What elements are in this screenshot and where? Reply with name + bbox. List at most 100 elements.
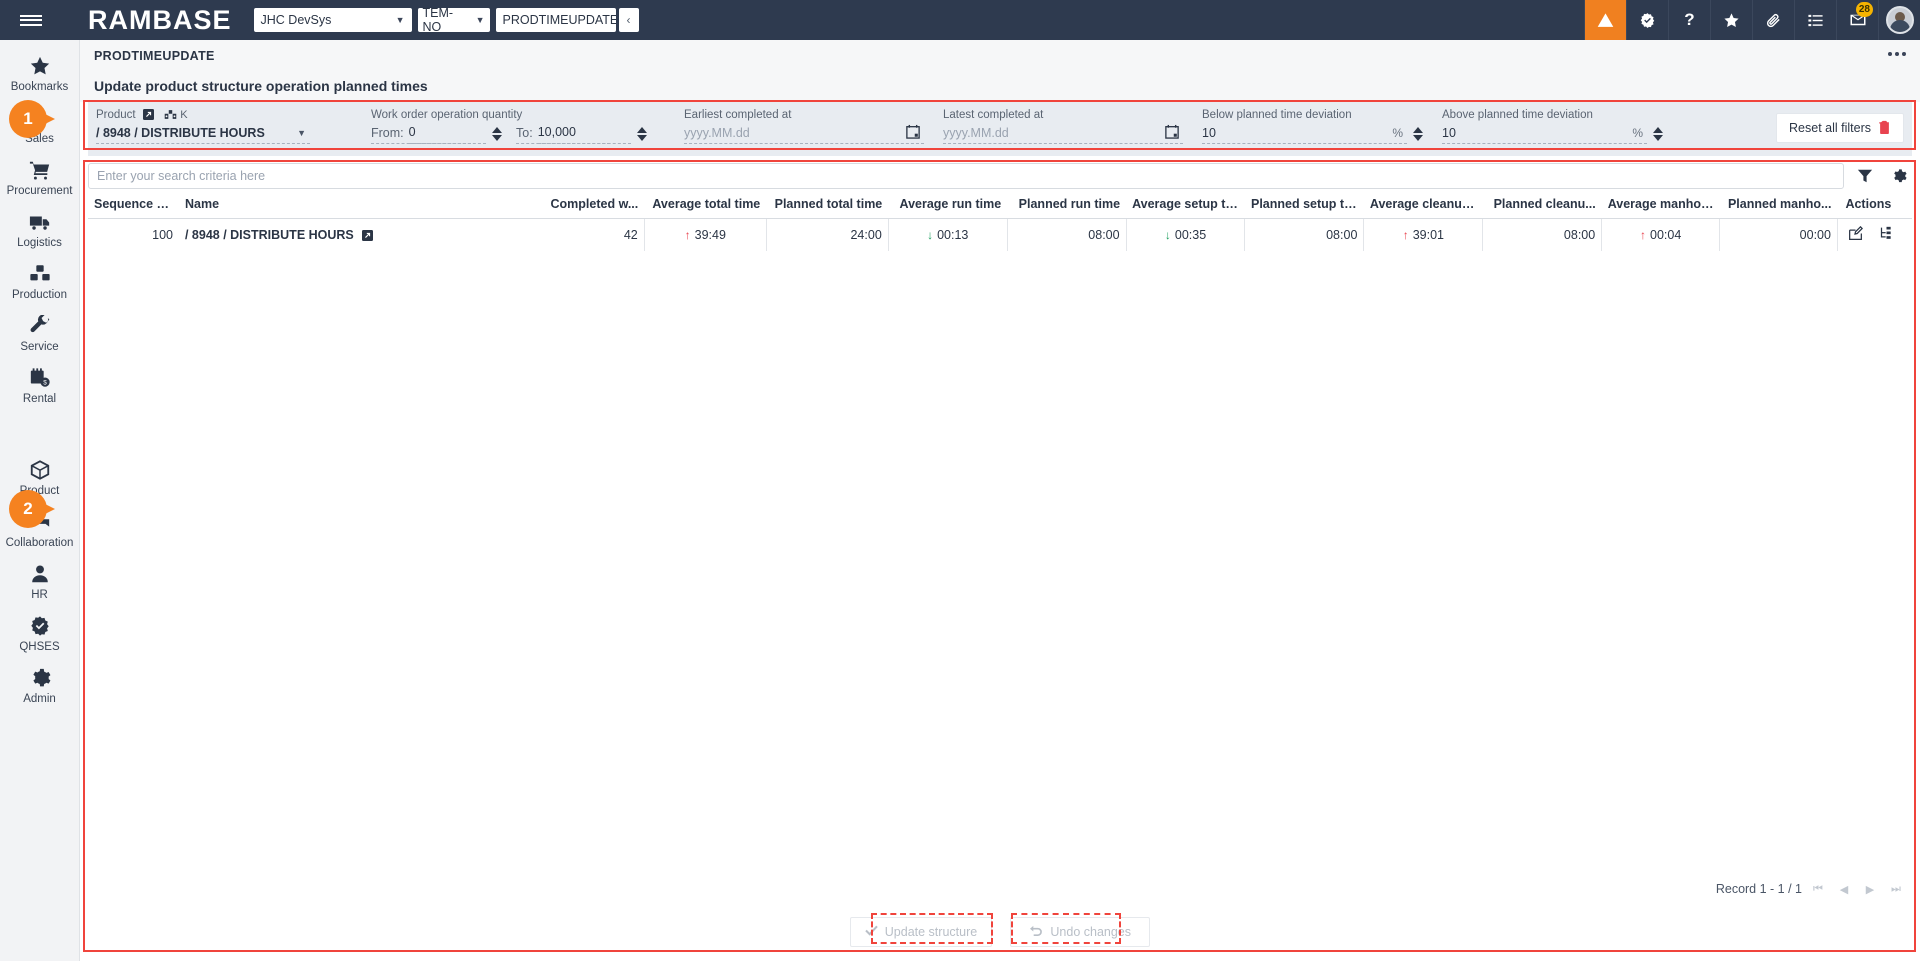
chevron-down-icon: ▼ bbox=[396, 15, 405, 25]
sidebar-item-hr[interactable]: HR bbox=[0, 556, 80, 608]
filter-earliest-input[interactable] bbox=[684, 123, 884, 144]
sidebar-item-service[interactable]: Service bbox=[0, 308, 80, 360]
context-collapse-button[interactable]: ‹ bbox=[619, 8, 639, 32]
column-header-planned-setup[interactable]: Planned setup ti... bbox=[1245, 197, 1364, 219]
page-code: PRODTIMEUPDATE bbox=[94, 49, 1906, 63]
filter-below-unit: % bbox=[1392, 126, 1407, 140]
filter-above-input[interactable] bbox=[1442, 123, 1602, 144]
boxes-icon bbox=[29, 263, 51, 285]
sidebar-item-bookmarks[interactable]: Bookmarks bbox=[0, 48, 80, 100]
sidebar-item-rental[interactable]: $ Rental bbox=[0, 360, 80, 412]
search-input[interactable] bbox=[88, 163, 1844, 189]
edit-icon[interactable] bbox=[1848, 226, 1863, 244]
table-row[interactable]: 100 / 8948 / DISTRIBUTE HOURS 42 ↑ 39:49… bbox=[88, 219, 1912, 252]
column-header-planned-total[interactable]: Planned total time bbox=[766, 197, 888, 219]
sidebar-item-procurement[interactable]: Procurement bbox=[0, 152, 80, 204]
sidebar: Bookmarks Sales Procurement Logistics Pr… bbox=[0, 40, 80, 961]
page-header: PRODTIMEUPDATE Update product structure … bbox=[80, 40, 1920, 102]
funnel-icon[interactable] bbox=[1852, 163, 1878, 189]
cell-average-cleanup-time-value: 39:01 bbox=[1413, 228, 1444, 242]
filter-quantity-from-stepper[interactable] bbox=[492, 127, 502, 141]
search-row bbox=[88, 163, 1912, 189]
last-page-icon[interactable]: ⏭ bbox=[1886, 879, 1906, 899]
filter-quantity-to-stepper[interactable] bbox=[637, 127, 647, 141]
column-header-completed[interactable]: Completed w... bbox=[541, 197, 644, 219]
binoculars-icon[interactable] bbox=[164, 109, 177, 120]
undo-changes-button[interactable]: Undo changes bbox=[1010, 917, 1150, 947]
trend-down-icon: ↓ bbox=[927, 228, 933, 242]
sidebar-item-qhses[interactable]: QHSES bbox=[0, 608, 80, 660]
reset-all-filters-label: Reset all filters bbox=[1789, 121, 1871, 135]
cell-average-setup-time: ↓ 00:35 bbox=[1126, 219, 1245, 252]
filter-quantity-label: Work order operation quantity bbox=[371, 108, 666, 122]
expand-structure-icon[interactable] bbox=[1879, 226, 1894, 244]
calendar-icon[interactable] bbox=[1165, 124, 1183, 142]
sidebar-item-label: Admin bbox=[23, 693, 56, 705]
favorites-star-icon[interactable] bbox=[1710, 0, 1752, 40]
messages-icon[interactable]: 28 bbox=[1836, 0, 1878, 40]
filter-above-stepper[interactable] bbox=[1653, 127, 1663, 141]
cell-completed: 42 bbox=[541, 219, 644, 252]
rental-calendar-icon: $ bbox=[29, 367, 51, 389]
cell-average-setup-time-value: 00:35 bbox=[1175, 228, 1206, 242]
column-header-name[interactable]: Name bbox=[179, 197, 541, 219]
trend-up-icon: ↑ bbox=[685, 228, 691, 242]
context-chip[interactable]: PRODTIMEUPDATE/121… bbox=[496, 8, 616, 32]
attachment-icon[interactable] bbox=[1752, 0, 1794, 40]
user-avatar[interactable] bbox=[1878, 0, 1920, 40]
sidebar-item-label: QHSES bbox=[19, 641, 59, 653]
column-header-sequence[interactable]: Sequence nu... bbox=[88, 197, 179, 219]
sidebar-item-sales[interactable]: Sales bbox=[0, 100, 80, 152]
check-badge-icon bbox=[29, 615, 51, 637]
filter-below-input[interactable] bbox=[1202, 123, 1362, 144]
previous-page-icon[interactable]: ◀ bbox=[1834, 879, 1854, 899]
sidebar-item-admin[interactable]: Admin bbox=[0, 660, 80, 712]
sidebar-item-collaboration[interactable]: Collaboration bbox=[0, 504, 80, 556]
column-header-avg-cleanup[interactable]: Average cleanup ... bbox=[1364, 197, 1483, 219]
more-options-icon[interactable] bbox=[1888, 52, 1906, 56]
reset-all-filters-button[interactable]: Reset all filters bbox=[1776, 113, 1904, 143]
update-structure-label: Update structure bbox=[885, 925, 977, 939]
cell-average-manhours-value: 00:04 bbox=[1650, 228, 1681, 242]
column-header-actions: Actions bbox=[1837, 197, 1912, 219]
next-page-icon[interactable]: ▶ bbox=[1860, 879, 1880, 899]
tasks-list-icon[interactable] bbox=[1794, 0, 1836, 40]
open-in-new-icon[interactable] bbox=[362, 230, 373, 241]
filter-quantity-from-input[interactable] bbox=[409, 123, 471, 144]
top-bar: RAMBASE JHC DevSys ▼ TEM-NO ▼ PRODTIMEUP… bbox=[0, 0, 1920, 40]
cell-average-run-time: ↓ 00:13 bbox=[888, 219, 1007, 252]
filter-below-stepper[interactable] bbox=[1413, 127, 1423, 141]
page-title: Update product structure operation plann… bbox=[94, 78, 1906, 94]
filter-latest-input[interactable] bbox=[943, 123, 1143, 144]
column-header-avg-manhours[interactable]: Average manhou... bbox=[1602, 197, 1720, 219]
cell-planned-setup-time: 08:00 bbox=[1245, 219, 1364, 252]
sidebar-item-production[interactable]: Production bbox=[0, 256, 80, 308]
column-header-avg-setup[interactable]: Average setup ti... bbox=[1126, 197, 1245, 219]
filter-quantity-to-input[interactable] bbox=[538, 123, 610, 144]
column-header-planned-cleanup[interactable]: Planned cleanu... bbox=[1483, 197, 1602, 219]
cell-planned-run-time: 08:00 bbox=[1007, 219, 1126, 252]
cell-average-cleanup-time: ↑ 39:01 bbox=[1364, 219, 1483, 252]
approval-check-icon[interactable] bbox=[1626, 0, 1668, 40]
calendar-icon[interactable] bbox=[906, 124, 924, 142]
first-page-icon[interactable]: ⏮ bbox=[1808, 879, 1828, 899]
column-header-avg-run[interactable]: Average run time bbox=[888, 197, 1007, 219]
cell-planned-manhours: 00:00 bbox=[1720, 219, 1838, 252]
company-selector[interactable]: JHC DevSys ▼ bbox=[254, 8, 412, 32]
cube-icon bbox=[29, 459, 51, 481]
column-header-planned-run[interactable]: Planned run time bbox=[1007, 197, 1126, 219]
gear-icon[interactable] bbox=[1886, 163, 1912, 189]
update-structure-button[interactable]: Update structure bbox=[850, 917, 992, 947]
column-header-planned-manhours[interactable]: Planned manho... bbox=[1720, 197, 1838, 219]
filter-product-select[interactable]: / 8948 / DISTRIBUTE HOURS ▼ bbox=[96, 123, 310, 144]
sidebar-item-logistics[interactable]: Logistics bbox=[0, 204, 80, 256]
sidebar-item-product[interactable]: Product bbox=[0, 452, 80, 504]
help-icon[interactable]: ? bbox=[1668, 0, 1710, 40]
alert-warning-icon[interactable] bbox=[1584, 0, 1626, 40]
money-bag-icon bbox=[29, 107, 51, 129]
open-in-new-icon[interactable] bbox=[143, 109, 154, 120]
column-header-avg-total[interactable]: Average total time bbox=[644, 197, 766, 219]
locale-selector[interactable]: TEM-NO ▼ bbox=[418, 8, 490, 32]
hamburger-menu-icon[interactable] bbox=[0, 0, 62, 40]
filter-quantity-from-label: From: bbox=[371, 126, 404, 140]
